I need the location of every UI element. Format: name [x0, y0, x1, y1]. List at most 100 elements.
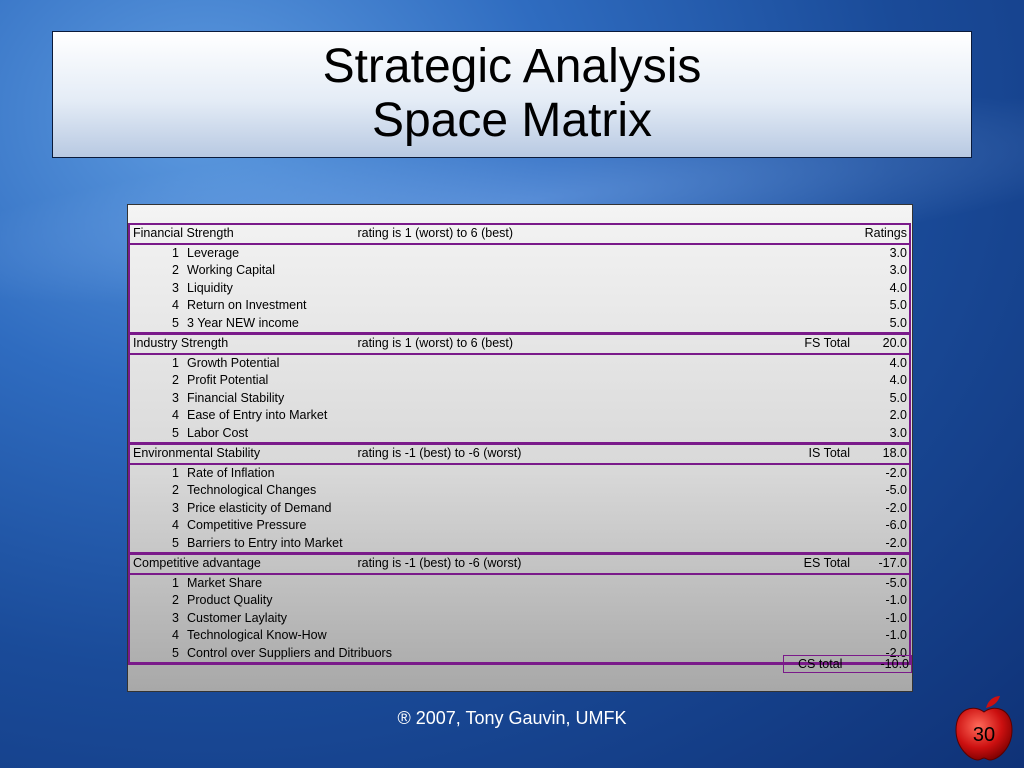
item-number: 5 [128, 424, 185, 445]
section-header-row: Financial Strength rating is 1 (worst) to… [127, 223, 911, 245]
table-row: 2 Working Capital 3.0 [128, 262, 911, 280]
item-value: 3.0 [858, 262, 911, 280]
item-value: 5.0 [858, 314, 911, 335]
item-value: 4.0 [858, 279, 911, 297]
section-header-row: Environmental Stability rating is -1 (bes… [127, 442, 911, 465]
item-value: 5.0 [858, 297, 911, 315]
item-label: Ease of Entry into Market [187, 408, 328, 422]
item-value: 5.0 [858, 389, 911, 407]
table-row: 3 Customer Laylaity -1.0 [128, 609, 911, 627]
item-label: Control over Suppliers and Ditribuors [185, 644, 858, 665]
item-number: 3 [128, 279, 185, 297]
item-number: 5 [128, 534, 185, 555]
item-value: 3.0 [858, 424, 911, 445]
table-row: 4 Technological Know-How -1.0 [128, 627, 911, 645]
section-total-value: Ratings [858, 223, 911, 245]
item-number: 3 [128, 389, 185, 407]
item-value: 4.0 [858, 372, 911, 390]
item-number: 4 [128, 407, 185, 425]
section-name: Competitive advantage [127, 552, 357, 575]
section-name: Industry Strength [127, 332, 357, 355]
table-row: 1 Rate of Inflation -2.0 [128, 463, 911, 482]
item-value: 4.0 [858, 353, 911, 372]
item-label: Market Share [187, 575, 263, 590]
item-value: -2.0 [858, 499, 911, 517]
slide-title-line2: Space Matrix [371, 94, 653, 147]
section-total-label: FS Total [729, 332, 858, 355]
item-number: 5 [128, 644, 185, 665]
table-row: 1 Growth Potential 4.0 [128, 353, 911, 372]
item-label: Customer Laylaity [187, 610, 288, 625]
item-number: 1 [128, 243, 185, 262]
space-matrix-table: Financial Strength rating is 1 (worst) to… [127, 223, 911, 665]
item-number: 1 [128, 463, 185, 482]
table-row: 5 Barriers to Entry into Market -2.0 [128, 534, 911, 555]
embedded-spreadsheet: Financial Strength rating is 1 (worst) to… [127, 204, 913, 692]
item-label: Return on Investment [187, 298, 307, 312]
item-value: -2.0 [858, 534, 911, 555]
item-number: 1 [128, 573, 185, 592]
item-value: 2.0 [858, 407, 911, 425]
footer-copyright: ® 2007, Tony Gauvin, UMFK [397, 708, 627, 728]
table-row: 53 Year NEW income 5.0 [128, 314, 911, 335]
item-label: Technological Know-How [187, 628, 327, 642]
slide-title-line1: Strategic Analysis [322, 40, 702, 93]
item-value: -6.0 [858, 517, 911, 535]
table-row: 4 Return on Investment 5.0 [128, 297, 911, 315]
section-rating-note: rating is -1 (best) to -6 (worst) [356, 552, 729, 575]
item-value: -5.0 [858, 482, 911, 500]
item-value: 3.0 [858, 243, 911, 262]
table-row: 5 Labor Cost 3.0 [128, 424, 911, 445]
item-label: Growth Potential [187, 355, 280, 370]
cs-total-label: CS total [798, 657, 843, 671]
item-value: -1.0 [858, 627, 911, 645]
item-label: 3 Year NEW income [185, 314, 858, 335]
table-row: 2 Product Quality -1.0 [128, 592, 911, 610]
section-rating-note: rating is 1 (worst) to 6 (best) [356, 223, 729, 245]
item-number: 4 [128, 517, 185, 535]
item-label: Product Quality [187, 593, 273, 607]
table-row: 4 Competitive Pressure -6.0 [128, 517, 911, 535]
table-row: 1 Leverage 3.0 [128, 243, 911, 262]
section-total-label: IS Total [729, 442, 858, 465]
table-row: 3 Price elasticity of Demand -2.0 [128, 499, 911, 517]
apple-icon: 30 [952, 694, 1016, 762]
item-number: 2 [128, 482, 185, 500]
section-total-value: 20.0 [858, 332, 911, 355]
item-label: Liquidity [187, 280, 233, 295]
section-name: Environmental Stability [127, 442, 357, 465]
item-value: -1.0 [858, 592, 911, 610]
item-number: 2 [128, 262, 185, 280]
item-label: Rate of Inflation [187, 465, 275, 480]
title-box: Strategic Analysis Space Matrix [52, 31, 972, 158]
item-number: 4 [128, 297, 185, 315]
item-label: Profit Potential [187, 373, 269, 387]
item-label: Competitive Pressure [187, 518, 307, 532]
table-row: 1 Market Share -5.0 [128, 573, 911, 592]
table-row: 3 Financial Stability 5.0 [128, 389, 911, 407]
section-rating-note: rating is -1 (best) to -6 (worst) [356, 442, 729, 465]
item-number: 3 [128, 609, 185, 627]
item-value: -2.0 [858, 463, 911, 482]
item-label: Technological Changes [187, 483, 317, 497]
cs-total-cell: CS total -10.0 [783, 655, 912, 673]
item-label: Barriers to Entry into Market [185, 534, 858, 555]
section-total-label: ES Total [729, 552, 858, 575]
slide-number: 30 [972, 724, 996, 746]
table-row: 4 Ease of Entry into Market 2.0 [128, 407, 911, 425]
item-label: Financial Stability [187, 390, 285, 405]
item-number: 4 [128, 627, 185, 645]
item-number: 5 [128, 314, 185, 335]
item-label: Leverage [187, 245, 240, 260]
item-number: 3 [128, 499, 185, 517]
section-name: Financial Strength [127, 223, 357, 245]
table-row: 3 Liquidity 4.0 [128, 279, 911, 297]
table-row: 2 Profit Potential 4.0 [128, 372, 911, 390]
item-number: 2 [128, 592, 185, 610]
table-row: 2 Technological Changes -5.0 [128, 482, 911, 500]
section-header-row: Industry Strength rating is 1 (worst) to … [127, 332, 911, 355]
section-total-value: -17.0 [858, 552, 911, 575]
item-label: Labor Cost [185, 424, 858, 445]
item-number: 2 [128, 372, 185, 390]
section-total-value: 18.0 [858, 442, 911, 465]
